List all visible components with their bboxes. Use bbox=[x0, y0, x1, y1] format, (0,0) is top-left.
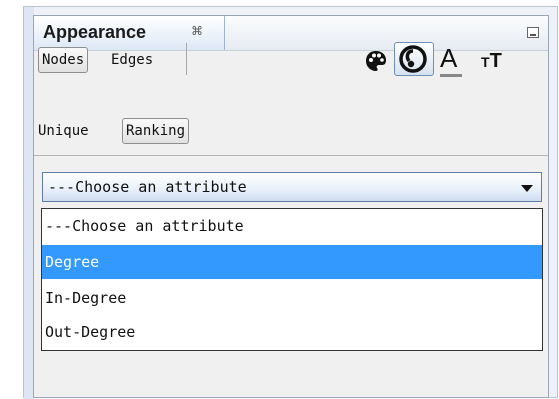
palette-icon[interactable] bbox=[365, 50, 387, 72]
attribute-dropdown-list: ---Choose an attribute Degree In-Degree … bbox=[41, 208, 543, 351]
content-divider bbox=[34, 155, 548, 156]
dropdown-option[interactable]: In-Degree bbox=[42, 281, 542, 315]
attribute-select[interactable]: ---Choose an attribute bbox=[42, 172, 542, 202]
ranking-tab[interactable]: Ranking bbox=[122, 118, 190, 144]
chevron-down-icon[interactable] bbox=[521, 185, 533, 192]
attribute-select-value: ---Choose an attribute bbox=[48, 178, 247, 196]
label-size-small: T bbox=[481, 54, 490, 70]
dropdown-option-selected[interactable]: Degree bbox=[42, 245, 542, 279]
toolbar-separator bbox=[186, 43, 187, 75]
dropdown-option[interactable]: ---Choose an attribute bbox=[42, 209, 542, 243]
tab-title: Appearance bbox=[43, 22, 147, 42]
panel-titlebar: Appearance ⌘ bbox=[34, 16, 548, 51]
edges-tab[interactable]: Edges bbox=[111, 52, 153, 68]
label-size-big: T bbox=[489, 50, 502, 72]
label-size-icon[interactable]: TT bbox=[481, 50, 502, 73]
label-color-underline bbox=[440, 74, 462, 77]
label-color-icon[interactable]: A bbox=[440, 45, 457, 71]
unique-tab[interactable]: Unique bbox=[38, 123, 89, 139]
size-icon bbox=[399, 45, 427, 73]
dropdown-option[interactable]: Out-Degree bbox=[42, 315, 542, 349]
appearance-tab[interactable]: Appearance ⌘ bbox=[34, 16, 225, 50]
close-icon[interactable]: ⌘ bbox=[191, 24, 203, 38]
nodes-tab[interactable]: Nodes bbox=[38, 47, 89, 73]
minimize-icon[interactable] bbox=[527, 27, 539, 38]
